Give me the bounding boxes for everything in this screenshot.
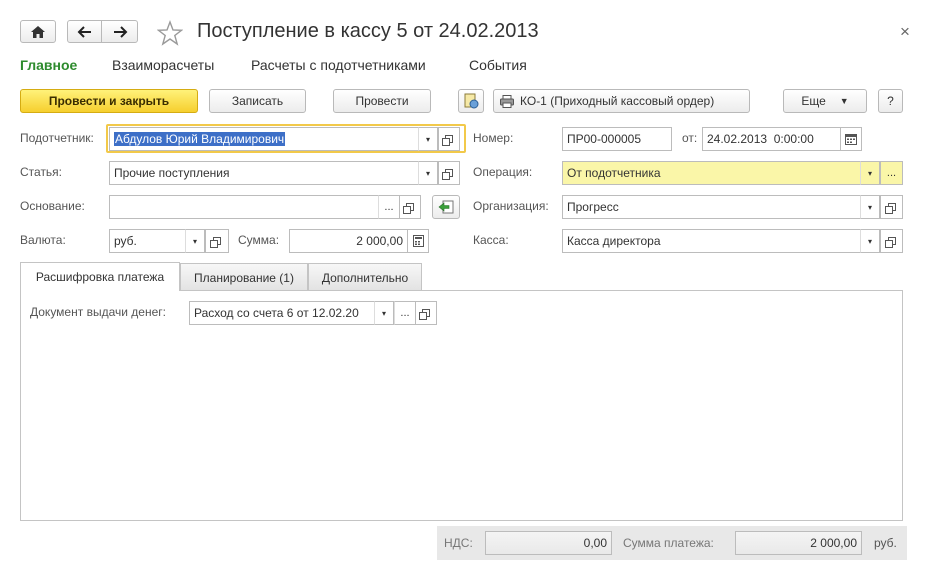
number-field[interactable]: ПР00-000005 [562, 127, 672, 151]
document-structure-icon [464, 93, 479, 109]
more-button[interactable]: Еще ▼ [783, 89, 867, 113]
payment-sum-field: 2 000,00 [735, 531, 862, 555]
currency-label: Валюта: [20, 233, 66, 247]
article-label: Статья: [20, 165, 63, 179]
ellipsis-icon: ... [384, 201, 394, 213]
currency-dropdown[interactable]: ▾ [185, 229, 205, 253]
operation-dropdown[interactable]: ▾ [860, 161, 880, 185]
doc-field[interactable]: Расход со счета 6 от 12.02.20 [189, 301, 375, 325]
ellipsis-icon: ... [400, 307, 410, 319]
open-icon [884, 237, 896, 248]
doc-label: Документ выдачи денег: [30, 305, 166, 319]
accountable-label: Подотчетник: [20, 131, 94, 145]
basis-select-button[interactable]: ... [378, 195, 400, 219]
open-icon [210, 237, 221, 248]
tab-additional[interactable]: Дополнительно [308, 263, 422, 291]
currency-open-button[interactable] [205, 229, 229, 253]
favorite-star-icon[interactable] [156, 20, 184, 46]
more-label: Еще [801, 94, 826, 108]
accountable-dropdown[interactable]: ▾ [418, 127, 438, 151]
tab-planning[interactable]: Планирование (1) [180, 263, 308, 291]
operation-label: Операция: [473, 165, 533, 179]
calendar-icon [845, 133, 857, 145]
save-button[interactable]: Записать [209, 89, 306, 113]
organization-field[interactable]: Прогресс [562, 195, 861, 219]
operation-field[interactable]: От подотчетника [562, 161, 861, 185]
nav-main[interactable]: Главное [20, 57, 77, 73]
basis-field[interactable] [109, 195, 379, 219]
post-and-close-button[interactable]: Провести и закрыть [20, 89, 198, 113]
fill-basis-button[interactable] [432, 195, 460, 219]
print-ko1-label: КО-1 (Приходный кассовый ордер) [520, 94, 715, 108]
close-icon[interactable]: × [900, 22, 910, 42]
basis-label: Основание: [20, 199, 85, 213]
payment-currency-label: руб. [874, 536, 897, 550]
vat-label: НДС: [444, 536, 473, 550]
doc-open-button[interactable] [415, 301, 437, 325]
article-open-button[interactable] [438, 161, 460, 185]
payment-sum-label: Сумма платежа: [623, 536, 714, 550]
open-icon [419, 309, 430, 320]
calculator-button[interactable] [407, 229, 429, 253]
printer-icon [500, 94, 514, 108]
open-icon [442, 135, 453, 146]
open-icon [403, 203, 414, 214]
cashbox-open-button[interactable] [880, 229, 903, 253]
currency-field[interactable]: руб. [109, 229, 186, 253]
back-button[interactable] [67, 20, 102, 43]
nav-accountable-settlements[interactable]: Расчеты с подотчетниками [251, 57, 426, 73]
post-button[interactable]: Провести [333, 89, 431, 113]
sum-label: Сумма: [238, 233, 280, 247]
accountable-value: Абдулов Юрий Владимирович [114, 132, 286, 146]
arrow-right-icon [113, 25, 127, 38]
nav-events[interactable]: События [469, 57, 527, 73]
home-button[interactable] [20, 20, 56, 43]
organization-dropdown[interactable]: ▾ [860, 195, 880, 219]
vat-field: 0,00 [485, 531, 612, 555]
calculator-icon [412, 235, 424, 247]
cashbox-label: Касса: [473, 233, 509, 247]
basis-open-button[interactable] [399, 195, 421, 219]
help-button[interactable]: ? [878, 89, 903, 113]
operation-select-button[interactable]: ... [880, 161, 903, 185]
forward-button[interactable] [101, 20, 138, 43]
article-dropdown[interactable]: ▾ [418, 161, 438, 185]
cashbox-dropdown[interactable]: ▾ [860, 229, 880, 253]
open-icon [884, 203, 896, 214]
sum-field[interactable]: 2 000,00 [289, 229, 408, 253]
page-title: Поступление в кассу 5 от 24.02.2013 [197, 20, 539, 42]
date-field[interactable]: 24.02.2013 0:00:00 [702, 127, 841, 151]
accountable-field[interactable]: Абдулов Юрий Владимирович [109, 127, 419, 151]
calendar-button[interactable] [840, 127, 862, 151]
structure-button[interactable] [458, 89, 484, 113]
organization-label: Организация: [473, 199, 549, 213]
ellipsis-icon: ... [886, 167, 897, 179]
chevron-down-icon: ▼ [839, 96, 849, 106]
tab-payment-breakdown[interactable]: Расшифровка платежа [20, 262, 180, 291]
tab-panel [20, 290, 903, 521]
fill-green-arrow-icon [438, 200, 454, 214]
nav-settlements[interactable]: Взаиморасчеты [112, 57, 214, 73]
home-icon [31, 25, 45, 38]
number-label: Номер: [473, 131, 514, 145]
doc-select-button[interactable]: ... [394, 301, 416, 325]
date-label: от: [682, 131, 698, 145]
doc-dropdown[interactable]: ▾ [374, 301, 394, 325]
open-icon [442, 169, 453, 180]
arrow-left-icon [77, 25, 91, 38]
cashbox-field[interactable]: Касса директора [562, 229, 861, 253]
print-ko1-button[interactable]: КО-1 (Приходный кассовый ордер) [493, 89, 750, 113]
organization-open-button[interactable] [880, 195, 903, 219]
accountable-open-button[interactable] [438, 127, 460, 151]
article-field[interactable]: Прочие поступления [109, 161, 419, 185]
